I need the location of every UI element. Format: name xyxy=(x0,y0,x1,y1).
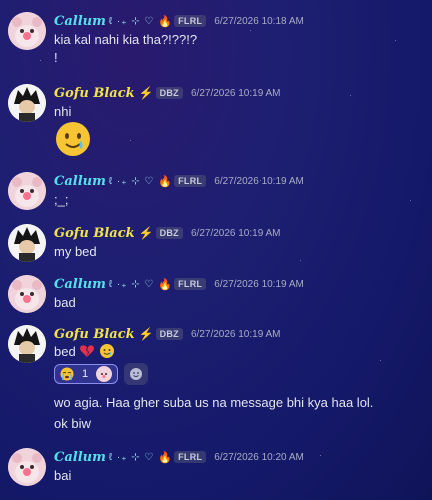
message-header: Callum ℓ ·₊ ⊹ ♡ 🔥 FLRL 6/27/2026 10:18 A… xyxy=(54,12,304,30)
timestamp: 6/27/2026 10:19 AM xyxy=(190,227,281,239)
message-text: ok biw xyxy=(54,416,91,431)
avatar-callum[interactable] xyxy=(8,12,46,50)
message-header: Gofu Black ⚡ DBZ 6/27/2026 10:19 AM xyxy=(54,84,281,102)
message-text: bai xyxy=(54,468,72,483)
broken-heart-emoji xyxy=(80,345,95,357)
avatar-gofu[interactable] xyxy=(8,84,46,122)
guild-tag[interactable]: FLRL xyxy=(174,15,207,27)
message-text: bad xyxy=(54,295,76,310)
message-header: Gofu Black ⚡ DBZ 6/27/2026 10:19 AM xyxy=(54,224,281,242)
username[interactable]: Gofu Black xyxy=(54,86,135,101)
message-text: ! xyxy=(54,50,58,65)
message-group: Callum ℓ ·₊ ⊹ ♡ 🔥 FLRL 6/27/2026 10:19 A… xyxy=(0,273,432,313)
message-header: Gofu Black ⚡ DBZ 6/27/2026 10:19 AM xyxy=(54,325,281,343)
username[interactable]: Callum xyxy=(54,174,106,189)
timestamp: 6/27/2026 10:19 AM xyxy=(214,278,304,290)
message-group: Gofu Black ⚡ DBZ 6/27/2026 10:19 AM nhi xyxy=(0,82,432,160)
avatar-gofu[interactable] xyxy=(8,224,46,262)
flame-icon: 🔥 xyxy=(158,451,173,464)
timestamp: 6/27/2026 10:19 AM xyxy=(190,328,281,340)
message-group: Callum ℓ ·₊ ⊹ ♡ 🔥 FLRL 6/27/2026 10:18 A… xyxy=(0,10,432,66)
lightning-bolt-icon: ⚡ xyxy=(138,86,154,100)
guild-tag[interactable]: DBZ xyxy=(155,227,183,239)
message-text: nhi xyxy=(54,104,72,119)
avatar-callum[interactable] xyxy=(8,448,46,486)
reaction-count: 1 xyxy=(81,368,89,380)
reaction-chip[interactable]: 1 xyxy=(54,364,118,384)
username-decoration: ℓ ·₊ ⊹ ♡ xyxy=(108,15,155,27)
message-text-content: bed xyxy=(54,344,76,359)
guild-tag[interactable]: DBZ xyxy=(155,87,183,99)
message-text: kia kal nahi kia tha?!??!? xyxy=(54,32,198,47)
timestamp: 6/27/2026 10:18 AM xyxy=(214,15,304,27)
message-group: Gofu Black ⚡ DBZ 6/27/2026 10:19 AM bed xyxy=(0,323,432,433)
message-header: Callum ℓ ·₊ ⊹ ♡ 🔥 FLRL 6/27/2026 10:20 A… xyxy=(54,448,304,466)
avatar-gofu[interactable] xyxy=(8,325,46,363)
username[interactable]: Callum xyxy=(54,277,106,292)
guild-tag[interactable]: DBZ xyxy=(155,328,183,340)
guild-tag[interactable]: FLRL xyxy=(174,175,207,187)
username[interactable]: Callum xyxy=(54,14,106,29)
timestamp: 6/27/2026 10:19 AM xyxy=(214,175,304,187)
reactor-avatar xyxy=(96,366,112,382)
lightning-bolt-icon: ⚡ xyxy=(138,327,154,341)
avatar-callum[interactable] xyxy=(8,275,46,313)
flame-icon: 🔥 xyxy=(158,175,173,188)
message-text: bed xyxy=(54,343,115,359)
lightning-bolt-icon: ⚡ xyxy=(138,226,154,240)
message-group: Gofu Black ⚡ DBZ 6/27/2026 10:19 AM my b… xyxy=(0,222,432,262)
guild-tag[interactable]: FLRL xyxy=(174,451,207,463)
message-group: Callum ℓ ·₊ ⊹ ♡ 🔥 FLRL 6/27/2026 10:20 A… xyxy=(0,446,432,486)
smiling-face-with-tear-emoji xyxy=(99,344,114,358)
username[interactable]: Callum xyxy=(54,450,106,465)
username-decoration: ℓ ·₊ ⊹ ♡ xyxy=(108,278,155,290)
message-text: my bed xyxy=(54,244,97,259)
flame-icon: 🔥 xyxy=(158,278,173,291)
username-decoration: ℓ ·₊ ⊹ ♡ xyxy=(108,451,155,463)
guild-tag[interactable]: FLRL xyxy=(174,278,207,290)
username[interactable]: Gofu Black xyxy=(54,226,135,241)
message-text: ;_; xyxy=(54,192,69,207)
crying-face-emoji xyxy=(60,367,74,381)
message-text: wo agia. Haa gher suba us na message bhi… xyxy=(54,395,374,410)
message-group: Callum ℓ ·₊ ⊹ ♡ 🔥 FLRL 6/27/2026 10:19 A… xyxy=(0,170,432,210)
flame-icon: 🔥 xyxy=(158,15,173,28)
smiling-face-with-tear-emoji xyxy=(56,122,90,156)
avatar-callum[interactable] xyxy=(8,172,46,210)
username-decoration: ℓ ·₊ ⊹ ♡ xyxy=(108,175,155,187)
add-reaction-button[interactable] xyxy=(124,363,148,385)
message-header: Callum ℓ ·₊ ⊹ ♡ 🔥 FLRL 6/27/2026 10:19 A… xyxy=(54,275,304,293)
chat-message-list: Callum ℓ ·₊ ⊹ ♡ 🔥 FLRL 6/27/2026 10:18 A… xyxy=(0,0,432,500)
emoji-smile-icon xyxy=(130,368,142,380)
username[interactable]: Gofu Black xyxy=(54,327,135,342)
timestamp: 6/27/2026 10:19 AM xyxy=(190,87,281,99)
message-header: Callum ℓ ·₊ ⊹ ♡ 🔥 FLRL 6/27/2026 10:19 A… xyxy=(54,172,304,190)
timestamp: 6/27/2026 10:20 AM xyxy=(214,451,304,463)
